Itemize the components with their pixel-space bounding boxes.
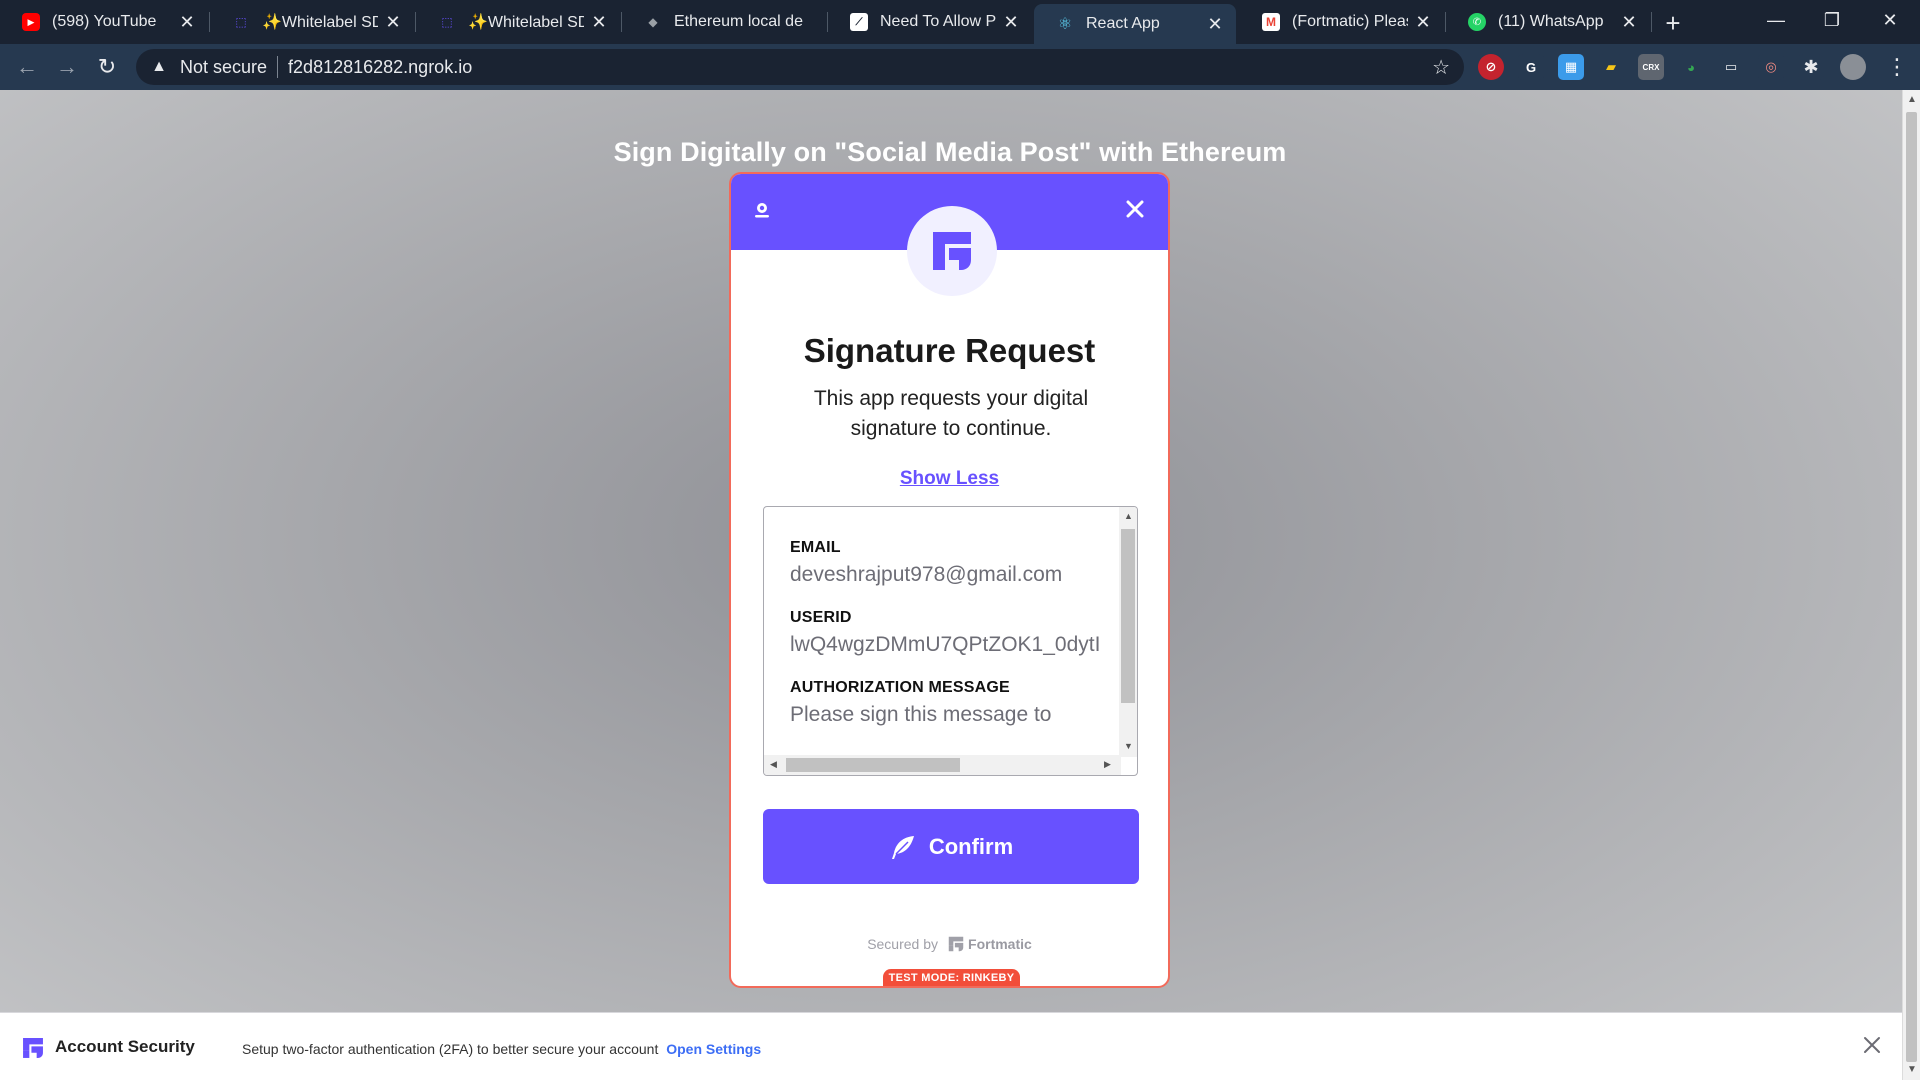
reload-button[interactable]: ↻	[92, 52, 122, 82]
confirm-button[interactable]: Confirm	[763, 809, 1139, 884]
page-scrollbar[interactable]: ▲ ▼	[1902, 90, 1920, 1080]
extension-icon[interactable]: ⊘	[1478, 54, 1504, 80]
modal-title: Signature Request	[803, 332, 1096, 369]
fortmatic-icon: ⬚	[235, 15, 247, 29]
horizontal-scrollbar[interactable]: ◀ ▶	[764, 755, 1121, 775]
fortmatic-brand: Fortmatic	[944, 936, 1032, 952]
secured-by: Secured by Fortmatic	[867, 936, 1032, 952]
test-mode-badge: TEST MODE: RINKEBY	[883, 969, 1020, 986]
open-settings-link[interactable]: Open Settings	[666, 1041, 761, 1057]
tab-youtube[interactable]: ▶ (598) YouTube ✕	[0, 0, 208, 44]
browser-tab-strip: ▶ (598) YouTube ✕ ⬚ ✨Whitelabel SDK ✕ ⬚ …	[0, 0, 1920, 44]
confirm-label: Confirm	[928, 833, 1014, 859]
avatar[interactable]	[1840, 54, 1866, 80]
close-tab-icon[interactable]: ✕	[1414, 12, 1432, 33]
back-button[interactable]: ←	[12, 52, 42, 82]
message-fields: EMAIL deveshrajput978@gmail.com USERID l…	[764, 507, 1120, 757]
close-tab-icon[interactable]: ✕	[1620, 12, 1638, 33]
tab-gmail[interactable]: M (Fortmatic) Please ✕	[1240, 0, 1444, 44]
scroll-up-icon[interactable]: ▲	[1907, 94, 1917, 105]
extension-icon[interactable]: ▰	[1598, 54, 1624, 80]
tab-react-app[interactable]: ⚛ React App ✕	[1034, 4, 1236, 44]
fortmatic-icon: ⬚	[441, 15, 453, 29]
react-icon: ⚛	[1057, 16, 1073, 33]
scroll-left-icon[interactable]: ◀	[770, 759, 777, 770]
feather-icon	[891, 835, 914, 859]
banner-title: Account Security	[55, 1037, 195, 1056]
extension-icon[interactable]: ◕	[1678, 54, 1704, 80]
fortmatic-icon	[23, 1038, 43, 1058]
scroll-thumb[interactable]	[1906, 112, 1917, 1062]
tab-whatsapp[interactable]: ✆ (11) WhatsApp ✕	[1446, 0, 1650, 44]
close-tab-icon[interactable]: ✕	[1206, 14, 1224, 35]
signature-message-box[interactable]: EMAIL deveshrajput978@gmail.com USERID l…	[763, 506, 1138, 776]
field-value: lwQ4wgzDMmU7QPtZOK1_0dytI	[790, 633, 1101, 656]
grammarly-icon[interactable]: G	[1518, 54, 1544, 80]
cast-icon[interactable]: ▭	[1718, 54, 1744, 80]
close-window-button[interactable]: ✕	[1862, 0, 1918, 40]
modal-description: This app requests your digital signature…	[813, 387, 1089, 440]
page-title: Sign Digitally on "Social Media Post" wi…	[613, 137, 1287, 167]
scroll-thumb[interactable]	[786, 758, 960, 772]
page-content: Sign Digitally on "Social Media Post" wi…	[0, 90, 1902, 1080]
whatsapp-icon: ✆	[1468, 13, 1486, 31]
restore-button[interactable]: ❐	[1804, 0, 1860, 40]
forward-button[interactable]: →	[52, 52, 82, 82]
browser-menu-icon[interactable]: ⋮	[1886, 54, 1908, 80]
new-tab-button[interactable]: +	[1656, 6, 1690, 40]
extension-icon[interactable]: ▦	[1558, 54, 1584, 80]
field-label: EMAIL	[790, 539, 841, 556]
close-tab-icon[interactable]: ✕	[1002, 12, 1020, 33]
security-label[interactable]: Not secure	[180, 57, 267, 78]
field-value: Please sign this message to	[790, 703, 1052, 726]
close-modal-icon[interactable]	[1120, 194, 1150, 224]
code-icon: ⟋	[850, 13, 868, 31]
fortmatic-logo	[907, 206, 997, 296]
scroll-thumb[interactable]	[1121, 529, 1135, 703]
field-label: AUTHORIZATION MESSAGE	[790, 679, 1010, 696]
fortmatic-icon	[933, 232, 971, 270]
bookmark-star-icon[interactable]: ☆	[1432, 55, 1450, 80]
field-label: USERID	[790, 609, 852, 626]
account-security-banner: Account Security Setup two-factor authen…	[0, 1012, 1902, 1080]
vertical-scrollbar[interactable]: ▲ ▼	[1119, 507, 1137, 757]
tab-need-to-allow[interactable]: ⟋ Need To Allow Pul ✕	[828, 0, 1032, 44]
warning-icon: ▲	[151, 58, 167, 75]
scroll-up-icon[interactable]: ▲	[1124, 511, 1133, 521]
ethereum-icon: ◆	[648, 15, 658, 29]
fortmatic-icon	[948, 936, 964, 952]
close-banner-icon[interactable]	[1856, 1029, 1888, 1061]
close-tab-icon[interactable]: ✕	[384, 12, 402, 33]
address-bar[interactable]: ▲ Not secure f2d812816282.ngrok.io ☆	[136, 49, 1464, 85]
extensions-puzzle-icon[interactable]: ✱	[1798, 54, 1824, 80]
extension-icon[interactable]: ◎	[1758, 54, 1784, 80]
signature-request-modal: Signature Request This app requests your…	[729, 172, 1170, 988]
close-tab-icon[interactable]: ✕	[590, 12, 608, 33]
scroll-down-icon[interactable]: ▼	[1124, 741, 1133, 751]
scroll-down-icon[interactable]: ▼	[1907, 1064, 1917, 1075]
close-tab-icon[interactable]: ✕	[178, 12, 196, 33]
gmail-icon: M	[1262, 13, 1280, 31]
crx-icon[interactable]: CRX	[1638, 54, 1664, 80]
tab-ethereum-local[interactable]: ◆ Ethereum local de	[622, 0, 826, 44]
youtube-icon: ▶	[22, 13, 40, 31]
tab-whitelabel-sdk-1[interactable]: ⬚ ✨Whitelabel SDK ✕	[210, 0, 414, 44]
url-text[interactable]: f2d812816282.ngrok.io	[288, 57, 472, 78]
minimize-button[interactable]: —	[1748, 0, 1804, 40]
tab-whitelabel-sdk-2[interactable]: ⬚ ✨Whitelabel SDK ✕	[416, 0, 620, 44]
scroll-right-icon[interactable]: ▶	[1104, 759, 1111, 770]
show-less-link[interactable]: Show Less	[731, 468, 1168, 490]
user-icon[interactable]	[751, 200, 773, 222]
banner-text: Setup two-factor authentication (2FA) to…	[242, 1041, 762, 1057]
browser-toolbar: ← → ↻ ▲ Not secure f2d812816282.ngrok.io…	[0, 44, 1920, 90]
field-value: deveshrajput978@gmail.com	[790, 563, 1063, 586]
